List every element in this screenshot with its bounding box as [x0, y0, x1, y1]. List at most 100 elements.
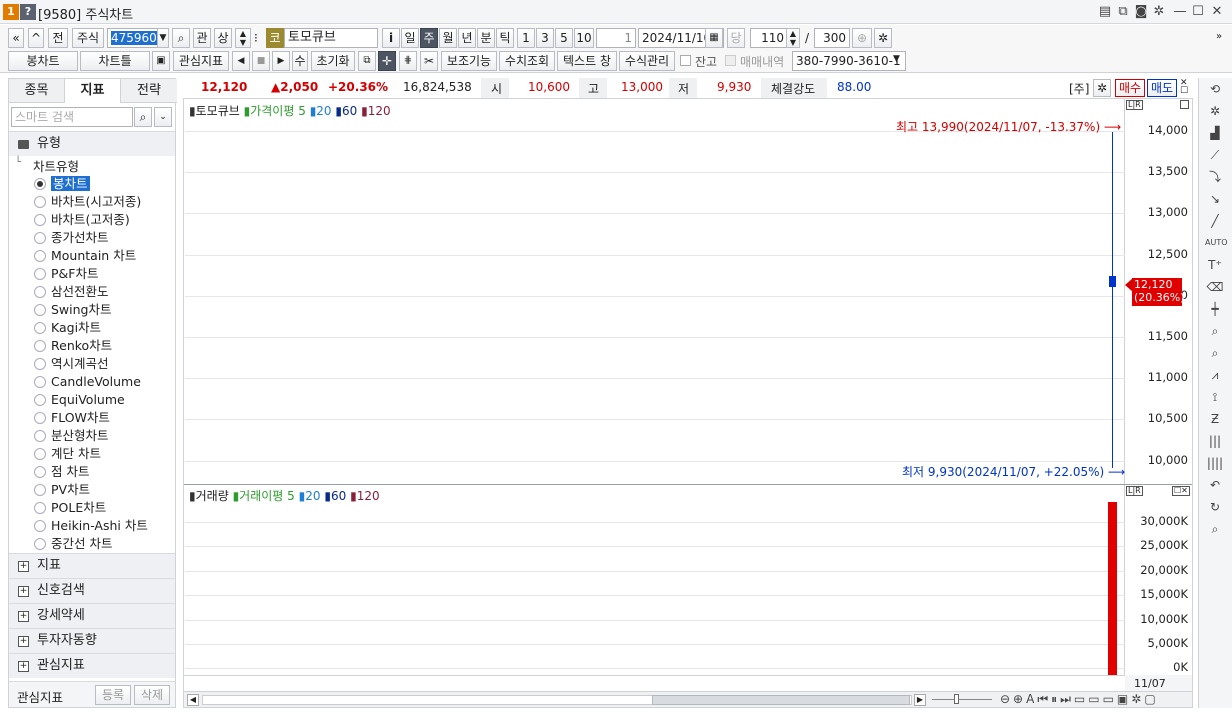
account-dropdown-icon[interactable]: ▼ — [893, 54, 900, 64]
search-icon[interactable]: ⌕ — [1205, 520, 1225, 538]
chart-type-option[interactable]: 분산형차트 — [33, 427, 109, 445]
line-tool-icon[interactable]: ⤵ — [1205, 168, 1225, 186]
radio-icon[interactable] — [34, 412, 46, 424]
interval-3-button[interactable]: 3 — [536, 28, 554, 48]
buy-button[interactable]: 매수 — [1115, 79, 1145, 97]
zoom-search-icon[interactable]: ⊕ — [852, 28, 872, 48]
crosshair-icon[interactable]: ✛ — [378, 51, 396, 71]
radio-icon[interactable] — [34, 358, 46, 370]
radio-icon[interactable] — [34, 340, 46, 352]
scroll-left-button[interactable]: ◀ — [187, 694, 199, 706]
section-0[interactable]: + 지표 — [9, 553, 175, 578]
chart-type-option[interactable]: 봉차트 — [33, 175, 90, 193]
maximize-icon[interactable]: ☐ — [1189, 3, 1207, 21]
nav-up-button[interactable]: ^ — [28, 28, 44, 48]
sang-button[interactable]: 상 — [214, 28, 232, 48]
scroll-right-button[interactable]: ▶ — [914, 694, 926, 706]
radio-icon[interactable] — [34, 520, 46, 532]
section-2[interactable]: + 강세약세 — [9, 603, 175, 628]
redo-icon[interactable]: ↻ — [1205, 498, 1225, 516]
text-tool-icon[interactable]: T⁺ — [1205, 256, 1225, 274]
chart-type-option[interactable]: Kagi차트 — [33, 319, 101, 337]
balance-checkbox[interactable] — [680, 55, 691, 66]
stock-name-field[interactable]: 토모큐브 — [284, 28, 378, 48]
close-icon[interactable]: ✕ — [1208, 3, 1226, 21]
expand-icon[interactable]: + — [18, 561, 29, 572]
chart-type-option[interactable]: Swing차트 — [33, 301, 112, 319]
candle-chart-button[interactable]: 봉차트 — [8, 51, 78, 71]
period-lines-icon[interactable]: ||| — [1205, 432, 1225, 450]
chart-type-option[interactable]: EquiVolume — [33, 391, 125, 409]
section-3[interactable]: + 투자자동향 — [9, 628, 175, 653]
pane-lr-icon[interactable]: L|R — [1126, 100, 1143, 110]
scroll-left-icon[interactable]: ◀ — [232, 51, 250, 71]
zoom-slider-handle[interactable] — [954, 694, 959, 704]
chart-type-option[interactable]: 역시계곡선 — [33, 355, 109, 373]
delete-button[interactable]: 삭제 — [134, 685, 170, 705]
interval-5-button[interactable]: 5 — [555, 28, 573, 48]
collapse-icon[interactable]: ⌄ — [154, 107, 172, 127]
analysis-icon[interactable]: ⩘ — [1205, 366, 1225, 384]
chart-type-option[interactable]: FLOW차트 — [33, 409, 110, 427]
ruler-icon[interactable]: ⋕ — [399, 51, 417, 71]
watch-indicator-button[interactable]: 관심지표 — [173, 51, 229, 71]
interval-select[interactable]: 1 — [596, 28, 636, 48]
save-icon[interactable]: ▣ — [152, 51, 170, 71]
radio-icon[interactable] — [34, 214, 46, 226]
spinner-icon[interactable]: ▲ ▼ — [235, 28, 251, 48]
stop-icon[interactable]: ■ — [252, 51, 270, 71]
scissors-icon[interactable]: ✂ — [420, 51, 438, 71]
indicator-icon[interactable]: ▟ — [1205, 124, 1225, 142]
volume-pane-close-icon[interactable]: ☐✕ — [1172, 486, 1190, 496]
scroll-thumb[interactable] — [652, 695, 910, 705]
settings-icon[interactable]: ✲ — [1150, 3, 1168, 21]
chart-type-option[interactable]: Mountain 차트 — [33, 247, 136, 265]
radio-icon[interactable] — [34, 196, 46, 208]
nav-back-button[interactable]: « — [8, 28, 24, 48]
aux-function-button[interactable]: 보조기능 — [441, 51, 497, 71]
interval-10-button[interactable]: 10 — [574, 28, 594, 48]
chart-type-option[interactable]: 중간선 차트 — [33, 535, 112, 553]
ray-icon[interactable]: ↘ — [1205, 190, 1225, 208]
expand-icon[interactable]: + — [18, 586, 29, 597]
pane-max-icon[interactable] — [1180, 100, 1189, 109]
period-tick[interactable]: 틱 — [496, 28, 514, 48]
section-1[interactable]: + 신호검색 — [9, 578, 175, 603]
stock-code-input[interactable]: 475960 — [111, 31, 157, 45]
tab-stocks[interactable]: 종목 — [9, 79, 65, 103]
camera-icon[interactable]: ◙ — [1132, 3, 1150, 21]
expand-icon[interactable]: + — [18, 661, 29, 672]
trendline-icon[interactable]: ⟋ — [1205, 146, 1225, 164]
radio-icon[interactable] — [34, 430, 46, 442]
all-erase-icon[interactable]: ⌫ — [1205, 278, 1225, 296]
chart-type-option[interactable]: 삼선전환도 — [33, 283, 109, 301]
sell-button[interactable]: 매도 — [1147, 79, 1177, 97]
account-select[interactable]: 380-7990-3610-1 — [792, 51, 906, 71]
radio-icon[interactable] — [34, 178, 46, 190]
quote-close-icon[interactable]: ✕ ☐ — [1180, 79, 1188, 96]
bottom-tool-icons[interactable]: ⊖⊕A⏮⏸⏭▭▭▭▣✲▢ — [1000, 692, 1159, 707]
info-button[interactable]: i — [382, 28, 400, 48]
config-icon[interactable]: ✲ — [1205, 102, 1225, 120]
chart-type-option[interactable]: 바차트(시고저종) — [33, 193, 141, 211]
radio-icon[interactable] — [34, 304, 46, 316]
fibonacci-icon[interactable]: Ƶ — [1205, 410, 1225, 428]
zoom-in-icon[interactable]: ⌕ — [1205, 322, 1225, 340]
refresh-icon[interactable]: ⟲ — [1205, 80, 1225, 98]
formula-manage-button[interactable]: 수식관리 — [619, 51, 675, 71]
radio-icon[interactable] — [34, 502, 46, 514]
zoom-range-icon[interactable]: ⌕ — [1205, 344, 1225, 362]
chart-type-option[interactable]: CandleVolume — [33, 373, 141, 391]
radio-icon[interactable] — [34, 268, 46, 280]
period-month[interactable]: 월 — [439, 28, 457, 48]
code-dropdown-icon[interactable]: ▼ — [157, 28, 169, 48]
trades-checkbox[interactable] — [725, 55, 736, 66]
quote-gear-icon[interactable]: ✲ — [1093, 79, 1111, 97]
chart-type-option[interactable]: 계단 차트 — [33, 445, 101, 463]
memo-icon[interactable]: ▤ — [1096, 3, 1114, 21]
count-spinner-icon[interactable]: ▲ ▼ — [786, 28, 800, 48]
tab-indicators[interactable]: 지표 — [65, 79, 121, 103]
window-number-badge[interactable]: 1 — [3, 4, 19, 20]
gear-icon[interactable]: ✲ — [874, 28, 892, 48]
radio-icon[interactable] — [34, 484, 46, 496]
